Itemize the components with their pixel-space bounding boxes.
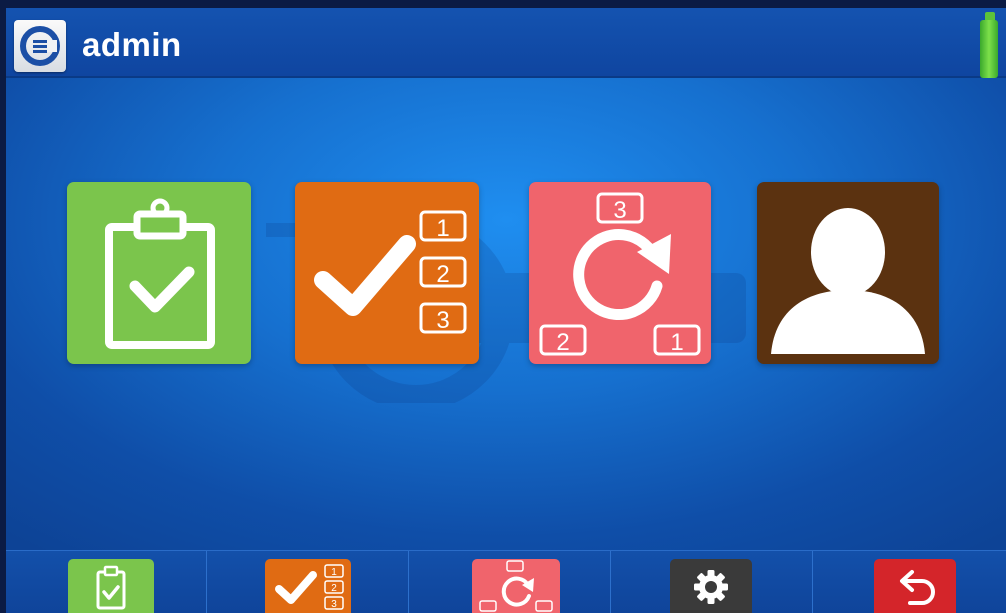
bottom-nav-bar: 1 2 3: [6, 550, 1006, 613]
cycle-refresh-icon: 3 2 1: [539, 192, 701, 356]
bottom-checklist-button[interactable]: 1 2 3: [265, 559, 351, 613]
cycle-refresh-icon: [479, 560, 553, 612]
user-silhouette-icon: [771, 208, 925, 354]
bar-divider: [408, 551, 409, 613]
header-bar: admin: [6, 8, 1006, 78]
checklist-number-2: 2: [331, 583, 337, 594]
bar-divider: [812, 551, 813, 613]
back-arrow-icon: [900, 570, 935, 605]
numbered-checklist-icon: 1 2 3: [314, 210, 467, 334]
bottom-settings-button[interactable]: [670, 559, 752, 613]
checklist-number-1: 1: [436, 215, 449, 242]
company-logo-icon[interactable]: [14, 20, 66, 72]
bottom-inspection-button[interactable]: [68, 559, 154, 613]
cycle-number-1: 1: [670, 329, 683, 356]
checklist-number-1: 1: [331, 567, 337, 578]
checklist-number-2: 2: [436, 261, 449, 288]
cycle-tile[interactable]: 3 2 1: [529, 182, 711, 364]
inspection-tile[interactable]: [67, 182, 251, 364]
clipboard-check-icon: [105, 198, 215, 349]
user-name: admin: [82, 26, 182, 63]
bar-divider: [206, 551, 207, 613]
numbered-checklist-icon: 1 2 3: [275, 564, 344, 610]
screen: admin 1 2 3 3 2 1 1 2 3: [6, 8, 1006, 613]
bar-divider: [610, 551, 611, 613]
checklist-number-3: 3: [436, 307, 449, 334]
cycle-number-3: 3: [613, 197, 626, 224]
checklist-number-3: 3: [331, 599, 337, 610]
cycle-number-2: 2: [556, 329, 569, 356]
clipboard-check-icon: [96, 565, 126, 610]
bottom-back-button[interactable]: [874, 559, 956, 613]
battery-cap: [985, 12, 995, 20]
bottom-cycle-button[interactable]: [472, 559, 560, 613]
gear-icon: [694, 570, 728, 604]
battery-full-icon: [980, 20, 998, 78]
profile-tile[interactable]: [757, 182, 939, 364]
checklist-tile[interactable]: 1 2 3: [295, 182, 479, 364]
